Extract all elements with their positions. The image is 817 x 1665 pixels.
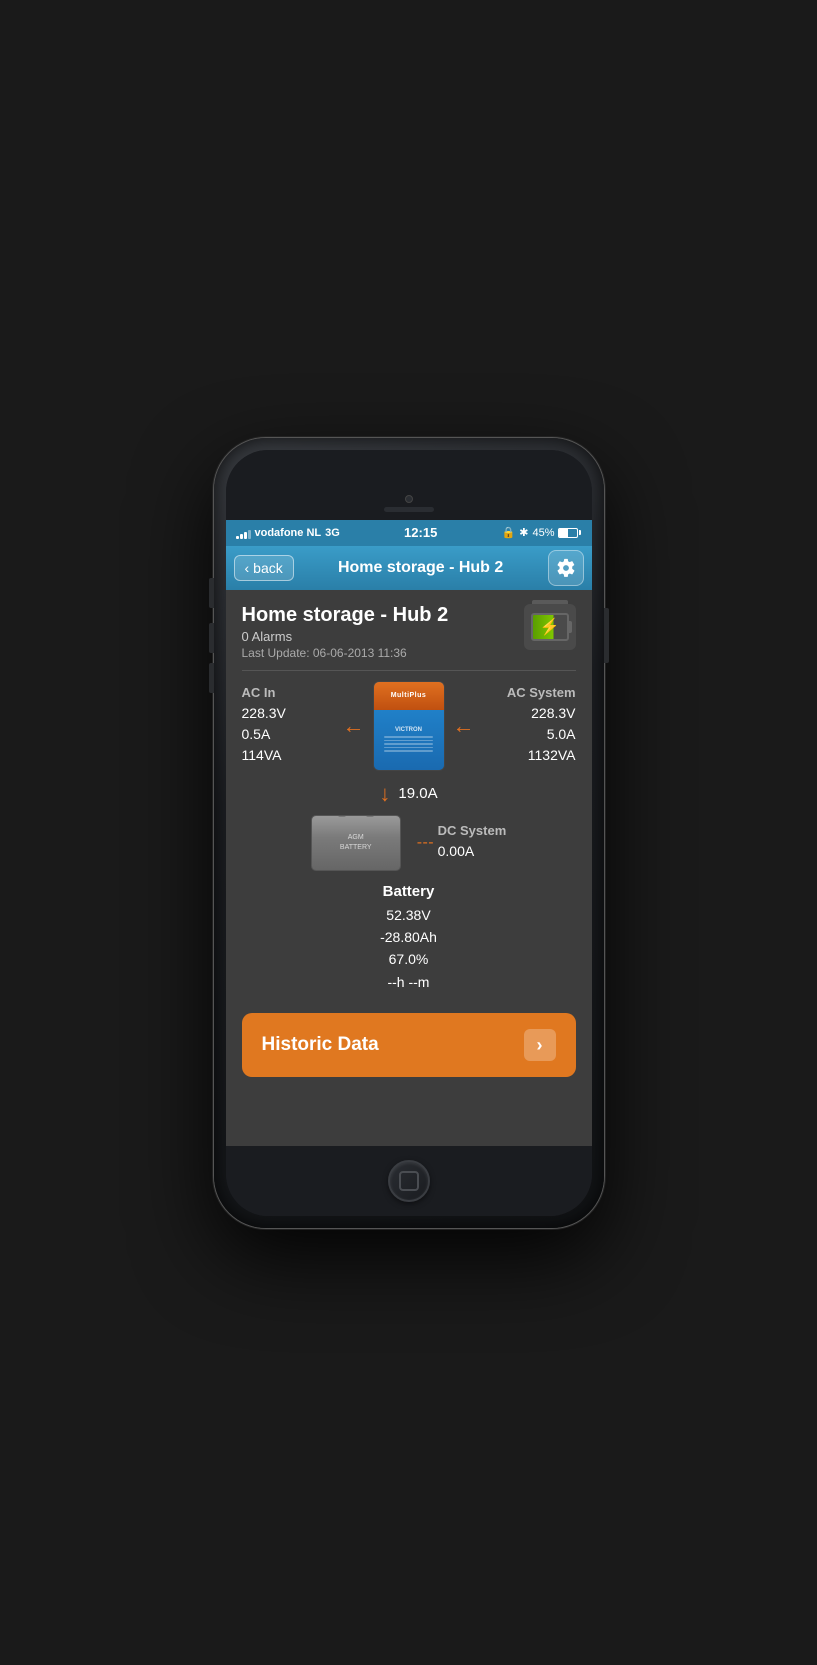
gear-icon <box>556 558 576 578</box>
header-divider <box>242 670 576 671</box>
home-button-inner <box>399 1171 419 1191</box>
carrier-label: vodafone NL <box>255 527 322 539</box>
ac-system-current: 5.0A <box>496 724 576 745</box>
nav-title: Home storage - Hub 2 <box>294 559 548 577</box>
back-chevron-icon: ‹ <box>245 560 250 576</box>
battery-visual: ⚡ <box>531 613 569 641</box>
battery-percent-label: 45% <box>532 527 554 539</box>
nav-bar: ‹ back Home storage - Hub 2 <box>226 546 592 590</box>
battery-row: AGMBATTERY - - - DC System 0.00A <box>311 815 507 871</box>
historic-data-button[interactable]: Historic Data › <box>242 1013 576 1077</box>
home-button[interactable] <box>388 1160 430 1202</box>
ac-system-voltage: 228.3V <box>496 703 576 724</box>
header-info: Home storage - Hub 2 0 Alarms Last Updat… <box>242 604 449 660</box>
battery-info: Battery 52.38V -28.80Ah 67.0% --h --m <box>380 883 437 994</box>
battery-ah: -28.80Ah <box>380 926 437 948</box>
historic-data-arrow-icon: › <box>524 1029 556 1061</box>
battery-status-icon: ⚡ <box>524 604 576 650</box>
battery-time: --h --m <box>380 971 437 993</box>
battery-top-decoration <box>532 600 568 604</box>
time-label: 12:15 <box>404 525 437 540</box>
battery-body <box>558 528 578 538</box>
bottom-bezel <box>226 1146 592 1216</box>
ac-in-label: AC In <box>242 685 322 700</box>
down-arrow-row: ↓ 19.0A <box>379 781 437 807</box>
battery-img-label: AGMBATTERY <box>340 833 372 851</box>
inverter-logo: VICTRON <box>395 727 422 733</box>
main-content: Home storage - Hub 2 0 Alarms Last Updat… <box>226 590 592 1146</box>
battery-fill <box>559 529 567 537</box>
arrow-ac-system-icon: ← <box>453 713 475 739</box>
top-bezel <box>226 450 592 520</box>
ac-system-power: 1132VA <box>496 745 576 766</box>
network-label: 3G <box>325 527 340 539</box>
ac-in-voltage: 228.3V <box>242 703 322 724</box>
page-title: Home storage - Hub 2 <box>242 604 449 627</box>
ac-in-panel: AC In 228.3V 0.5A 114VA <box>242 685 322 766</box>
phone-device: vodafone NL 3G 12:15 🔒 ✱ 45% <box>214 438 604 1228</box>
dc-system-current: 0.00A <box>438 841 507 862</box>
battery-tip <box>579 530 581 535</box>
inverter-image: MultiPlus VICTRON <box>373 681 445 771</box>
signal-bars-icon <box>236 527 251 539</box>
arrow-down-icon: ↓ <box>379 781 390 807</box>
battery-voltage: 52.38V <box>380 904 437 926</box>
ac-system-panel: AC System 228.3V 5.0A 1132VA <box>496 685 576 766</box>
battery-icon <box>558 528 581 538</box>
bluetooth-icon: ✱ <box>519 526 528 539</box>
dashed-arrow-icon: - - - <box>417 834 432 852</box>
back-label: back <box>253 560 283 576</box>
terminal-pos <box>338 815 346 817</box>
battery-name-label: Battery <box>380 883 437 900</box>
arrow-ac-in-icon: ← <box>343 713 365 739</box>
battery-percent: 67.0% <box>380 948 437 970</box>
terminal-neg <box>366 815 374 817</box>
power-flow-diagram: AC In 228.3V 0.5A 114VA ← MultiPlus VI <box>242 681 576 1078</box>
camera <box>405 495 413 503</box>
dc-system-panel: DC System 0.00A <box>438 823 507 862</box>
status-right: 🔒 ✱ 45% <box>502 526 582 539</box>
bolt-icon: ⚡ <box>540 617 560 637</box>
page-header: Home storage - Hub 2 0 Alarms Last Updat… <box>242 604 576 660</box>
battery-terminals <box>338 815 374 817</box>
settings-button[interactable] <box>548 550 584 586</box>
status-bar: vodafone NL 3G 12:15 🔒 ✱ 45% <box>226 520 592 546</box>
top-flow-row: AC In 228.3V 0.5A 114VA ← MultiPlus VI <box>242 681 576 771</box>
speaker <box>384 507 434 512</box>
status-left: vodafone NL 3G <box>236 527 340 539</box>
historic-data-label: Historic Data <box>262 1034 379 1056</box>
dc-system-label: DC System <box>438 823 507 838</box>
last-update-label: Last Update: 06-06-2013 11:36 <box>242 646 449 660</box>
inverter-vents <box>384 736 434 752</box>
battery-image: AGMBATTERY <box>311 815 401 871</box>
dc-system-connector: - - - DC System 0.00A <box>417 823 507 862</box>
screen: vodafone NL 3G 12:15 🔒 ✱ 45% <box>226 520 592 1146</box>
inverter-stripe: MultiPlus <box>374 682 444 710</box>
inverter-body: VICTRON <box>374 710 444 770</box>
lock-icon: 🔒 <box>502 526 516 539</box>
inverter-center: ← MultiPlus VICTRON <box>343 681 475 771</box>
phone-inner: vodafone NL 3G 12:15 🔒 ✱ 45% <box>226 450 592 1216</box>
back-button[interactable]: ‹ back <box>234 555 294 581</box>
ac-in-power: 114VA <box>242 745 322 766</box>
dc-current-label: 19.0A <box>398 785 437 802</box>
ac-in-current: 0.5A <box>242 724 322 745</box>
alarms-label: 0 Alarms <box>242 629 449 644</box>
ac-system-label: AC System <box>496 685 576 700</box>
